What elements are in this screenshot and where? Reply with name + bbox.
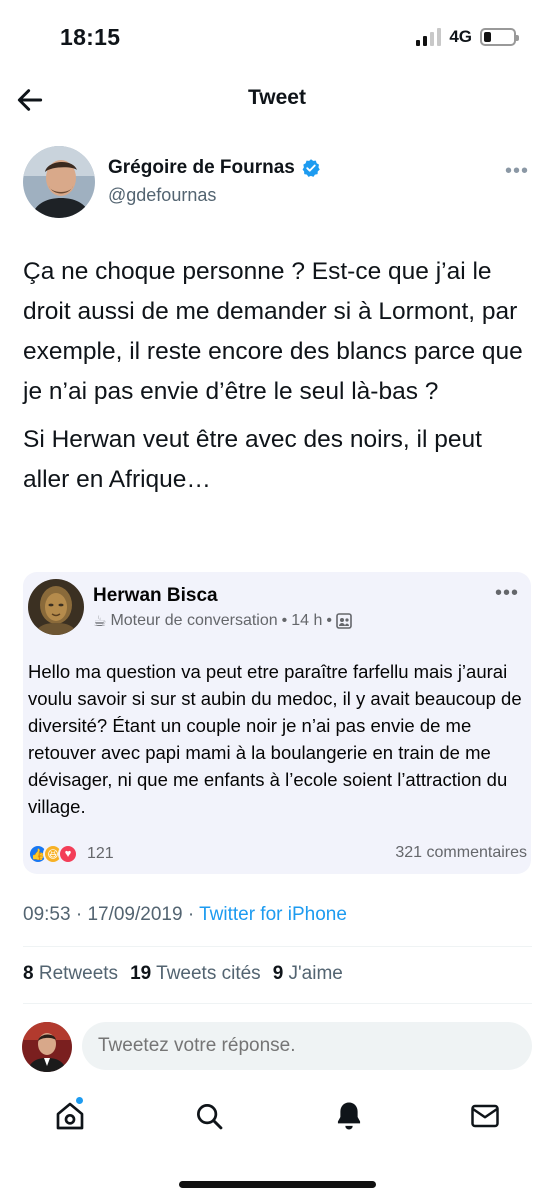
divider <box>23 946 532 947</box>
status-bar: 18:15 4G <box>0 0 554 76</box>
network-label: 4G <box>449 27 472 46</box>
tab-notifications[interactable] <box>329 1096 369 1136</box>
user-avatar[interactable] <box>22 1022 72 1072</box>
comments-count: 321 commentaires <box>395 844 527 861</box>
attached-image[interactable]: Herwan Bisca ☕ Moteur de conversation • … <box>23 572 531 874</box>
tweet-author: Grégoire de Fournas @gdefournas ••• <box>23 146 533 222</box>
tweet-date[interactable]: 17/09/2019 <box>87 904 182 925</box>
reply-bar <box>22 1020 532 1074</box>
tab-search[interactable] <box>189 1096 229 1136</box>
header: Tweet <box>0 78 554 122</box>
search-icon <box>197 1104 223 1130</box>
reply-input[interactable] <box>82 1022 532 1070</box>
tweet-source-link[interactable]: Twitter for iPhone <box>199 904 347 925</box>
quote-group: Moteur de conversation <box>110 612 278 629</box>
quote-avatar <box>28 579 84 635</box>
quote-tweets-stat[interactable]: 19 Tweets cités <box>130 963 261 985</box>
status-indicators: 4G <box>416 27 519 47</box>
battery-icon <box>480 28 519 46</box>
quote-meta: ☕ Moteur de conversation • 14 h • <box>93 612 352 630</box>
tab-home[interactable] <box>50 1096 90 1136</box>
love-reaction-icon: ♥ <box>58 844 78 864</box>
tab-bar <box>0 1090 554 1150</box>
mail-icon <box>471 1104 499 1128</box>
signal-icon <box>416 28 442 46</box>
tweet-time[interactable]: 09:53 <box>23 904 71 925</box>
tweet-paragraph: Ça ne choque personne ? Est-ce que j’ai … <box>23 258 523 405</box>
status-time: 18:15 <box>60 24 121 50</box>
meta-separator: · <box>187 904 195 925</box>
quote-reactions: 👍 😆 ♥ 121 <box>28 844 114 864</box>
meta-separator: · <box>75 904 83 925</box>
home-indicator <box>179 1181 376 1188</box>
tweet-paragraph: Si Herwan veut être avec des noirs, il p… <box>23 426 482 493</box>
tweet-text: Ça ne choque personne ? Est-ce que j’ai … <box>23 252 533 508</box>
divider <box>23 1003 532 1004</box>
meta-separator: • <box>326 612 333 629</box>
tab-messages[interactable] <box>465 1096 505 1136</box>
tweet-timestamp: 09:53 · 17/09/2019 · Twitter for iPhone <box>23 904 347 926</box>
more-dots-icon[interactable]: ••• <box>505 160 529 183</box>
quote-time: 14 h <box>291 612 323 629</box>
author-name[interactable]: Grégoire de Fournas <box>108 157 295 179</box>
likes-stat[interactable]: 9 J'aime <box>273 963 343 985</box>
author-avatar[interactable] <box>23 146 95 218</box>
quote-body: Hello ma question va peut etre paraître … <box>28 661 522 817</box>
new-content-dot <box>75 1096 84 1105</box>
verified-badge-icon <box>302 159 320 177</box>
coffee-icon: ☕ <box>93 613 107 630</box>
author-handle[interactable]: @gdefournas <box>108 185 216 206</box>
quote-more-icon: ••• <box>494 582 519 604</box>
quote-author-name: Herwan Bisca <box>93 585 218 606</box>
tweet-stats: 8 Retweets 19 Tweets cités 9 J'aime <box>23 963 343 985</box>
reactions-count: 121 <box>87 845 114 862</box>
retweets-stat[interactable]: 8 Retweets <box>23 963 118 985</box>
bell-icon <box>337 1102 361 1130</box>
meta-separator: • <box>281 612 288 629</box>
group-privacy-icon <box>336 613 352 629</box>
page-title: Tweet <box>248 86 306 109</box>
home-icon <box>56 1102 84 1130</box>
